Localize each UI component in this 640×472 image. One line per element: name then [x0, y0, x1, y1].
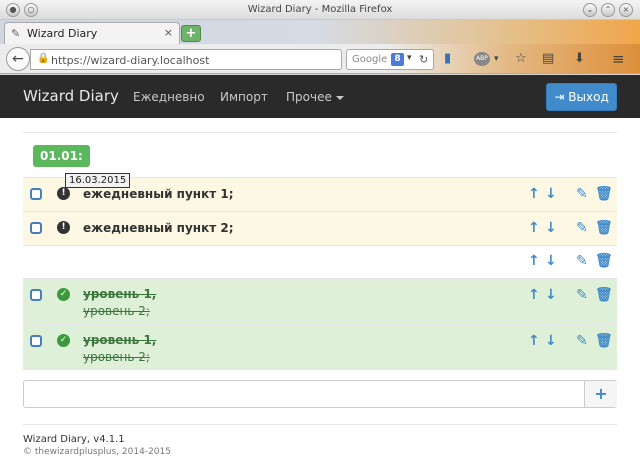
new-item-input[interactable] [24, 381, 584, 407]
tab-close-icon[interactable]: × [164, 26, 173, 39]
back-button[interactable]: ← [6, 47, 30, 71]
search-bar[interactable]: Google 8 ▾ ↻ [346, 49, 434, 70]
nav-other-label: Прочее [286, 90, 332, 104]
search-dropdown-icon[interactable]: ▾ [407, 53, 412, 63]
footer-divider [23, 424, 617, 425]
list-item: ! ежедневный пункт 2; ↑ ↓ ✎ 🗑 [23, 211, 617, 245]
tab-wizard-diary[interactable]: ✎ Wizard Diary × [4, 22, 180, 44]
url-bar[interactable]: 🔒 https://wizard-diary.localhost [30, 49, 342, 70]
move-up-icon[interactable]: ↑ [528, 288, 540, 302]
footer-copyright: © thewizardplusplus, 2014-2015 [23, 447, 171, 457]
date-label: 01.01: [33, 145, 90, 167]
nav-daily[interactable]: Ежедневно [133, 90, 205, 104]
hamburger-menu-icon[interactable]: ≡ [612, 52, 625, 67]
item-checkbox[interactable] [30, 188, 42, 200]
list-item: ↑ ↓ ✎ 🗑 [23, 245, 617, 278]
edit-icon[interactable]: ✎ [576, 334, 588, 348]
divider [23, 132, 617, 133]
move-up-icon[interactable]: ↑ [528, 187, 540, 201]
exclamation-icon: ! [57, 221, 70, 234]
date-tooltip: 16.03.2015 [65, 173, 131, 188]
page-viewport: Wizard Diary Ежедневно Импорт Прочее ⇥ Вы… [0, 75, 640, 472]
url-text: https://wizard-diary.localhost [51, 54, 210, 67]
nav-other-dropdown[interactable]: Прочее [286, 90, 344, 104]
delete-icon[interactable]: 🗑 [595, 334, 613, 348]
bookmarks-icon[interactable]: ▮ [444, 52, 451, 66]
delete-icon[interactable]: 🗑 [595, 221, 613, 235]
browser-toolbar: 🔒 https://wizard-diary.localhost ← Googl… [0, 44, 640, 74]
edit-icon[interactable]: ✎ [576, 254, 588, 268]
item-text: ежедневный пункт 1; [83, 187, 234, 201]
move-down-icon[interactable]: ↓ [545, 334, 557, 348]
close-window-icon[interactable]: × [619, 3, 633, 17]
move-down-icon[interactable]: ↓ [545, 254, 557, 268]
item-text-level1: уровень 1, [83, 287, 157, 301]
search-engine-label: Google [352, 54, 388, 65]
window-title: Wizard Diary - Mozilla Firefox [247, 4, 393, 15]
move-up-icon[interactable]: ↑ [528, 221, 540, 235]
delete-icon[interactable]: 🗑 [595, 187, 613, 201]
logout-icon: ⇥ [554, 90, 565, 104]
move-up-icon[interactable]: ↑ [528, 254, 540, 268]
item-checkbox[interactable] [30, 289, 42, 301]
tab-label: Wizard Diary [27, 27, 98, 40]
check-circle-icon: ✓ [57, 334, 70, 347]
item-text: ежедневный пункт 2; [83, 221, 234, 235]
edit-icon[interactable]: ✎ [576, 187, 588, 201]
item-text-level1: уровень 1, [83, 333, 157, 347]
logout-label: Выход [568, 90, 609, 104]
reload-icon[interactable]: ↻ [419, 53, 428, 66]
add-item-button[interactable]: + [584, 381, 617, 407]
adblock-dropdown-icon[interactable]: ▾ [494, 52, 499, 66]
new-tab-button[interactable]: + [181, 25, 201, 42]
move-down-icon[interactable]: ↓ [545, 187, 557, 201]
brand-link[interactable]: Wizard Diary [23, 87, 119, 105]
lock-icon: 🔒 [37, 53, 50, 64]
exclamation-icon: ! [57, 187, 70, 200]
list-item: ✓ уровень 1, уровень 2; ↑ ↓ ✎ 🗑 [23, 278, 617, 324]
add-item-group: + [23, 380, 617, 408]
download-icon[interactable]: ⬇ [574, 52, 585, 66]
window-titlebar: ● ○ Wizard Diary - Mozilla Firefox ⌄ ⌃ × [0, 0, 640, 20]
minimize-icon[interactable]: ⌄ [583, 3, 597, 17]
search-engine-icon[interactable]: 8 [391, 53, 404, 66]
delete-icon[interactable]: 🗑 [595, 254, 613, 268]
maximize-icon[interactable]: ⌃ [601, 3, 615, 17]
app-navbar: Wizard Diary Ежедневно Импорт Прочее ⇥ Вы… [0, 75, 640, 118]
nav-import[interactable]: Импорт [220, 90, 268, 104]
edit-icon[interactable]: ✎ [576, 288, 588, 302]
item-text-level2: уровень 2; [83, 350, 150, 364]
tab-strip: ✎ Wizard Diary × + [0, 20, 640, 44]
star-icon[interactable]: ☆ [515, 52, 527, 66]
move-up-icon[interactable]: ↑ [528, 334, 540, 348]
reading-list-icon[interactable]: ▤ [542, 52, 554, 66]
adblock-icon[interactable]: ABP [474, 52, 490, 66]
item-text-level2: уровень 2; [83, 304, 150, 318]
check-circle-icon: ✓ [57, 288, 70, 301]
delete-icon[interactable]: 🗑 [595, 288, 613, 302]
list-item: ✓ уровень 1, уровень 2; ↑ ↓ ✎ 🗑 [23, 324, 617, 370]
favicon-icon: ✎ [11, 27, 21, 40]
move-down-icon[interactable]: ↓ [545, 288, 557, 302]
logout-button[interactable]: ⇥ Выход [546, 83, 617, 111]
item-checkbox[interactable] [30, 222, 42, 234]
footer-version: Wizard Diary, v4.1.1 [23, 434, 125, 445]
caret-down-icon [335, 95, 344, 100]
move-down-icon[interactable]: ↓ [545, 221, 557, 235]
item-checkbox[interactable] [30, 335, 42, 347]
edit-icon[interactable]: ✎ [576, 221, 588, 235]
